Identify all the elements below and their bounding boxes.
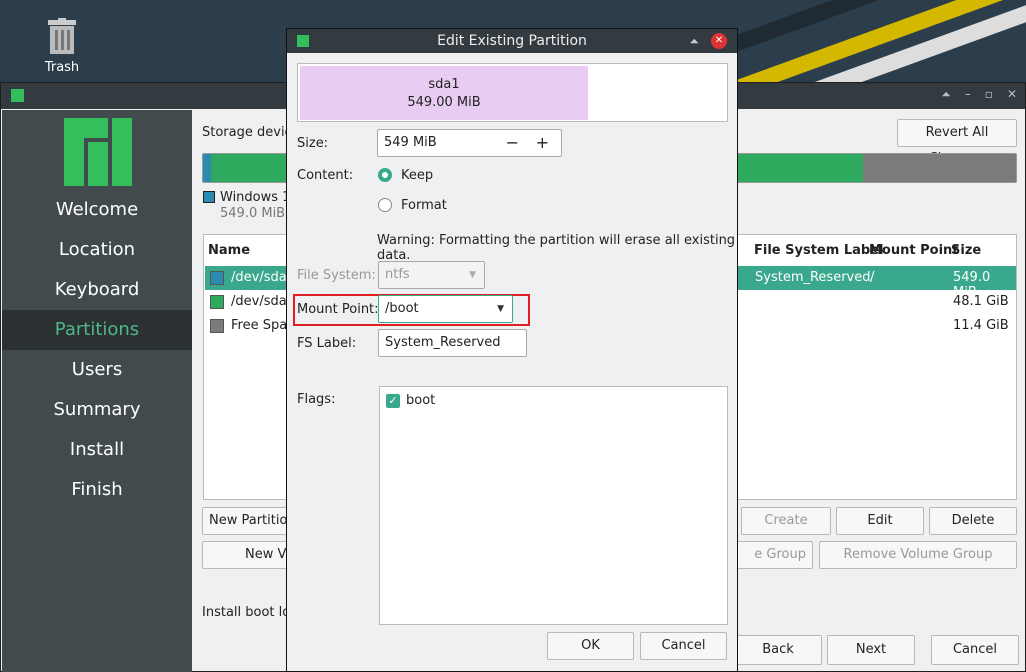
sidebar-item-finish: Finish: [71, 479, 123, 500]
preview-partition-size: 549.00 MiB: [407, 95, 481, 110]
partition-preview-fill: sda1 549.00 MiB: [300, 66, 588, 120]
partition-color-swatch: [210, 319, 224, 333]
sidebar-item-keyboard: Keyboard: [54, 279, 140, 300]
size-value: 549 MiB: [384, 135, 437, 150]
chevron-down-icon: ▼: [469, 270, 476, 280]
dialog-close-icon[interactable]: ✕: [711, 33, 727, 49]
trash-desktop-icon[interactable]: Trash: [36, 18, 88, 75]
size-label: Size:: [297, 136, 329, 151]
format-warning: Warning: Formatting the partition will e…: [377, 233, 736, 263]
decrease-size-icon[interactable]: −: [506, 130, 519, 156]
flags-label: Flags:: [297, 392, 336, 407]
delete-button[interactable]: Delete: [929, 507, 1017, 535]
format-radio[interactable]: [378, 198, 392, 212]
resize-volume-group-button[interactable]: e Group: [731, 541, 813, 569]
sidebar-item-install: Install: [69, 439, 125, 460]
dialog-titlebar: Edit Existing Partition ⏶ ✕: [287, 29, 737, 53]
partition-size: 48.1 GiB: [953, 294, 1009, 309]
sidebar: Welcome Location Keyboard Partitions Use…: [2, 110, 192, 672]
manjaro-logo: [64, 118, 132, 186]
minimize-icon[interactable]: –: [965, 87, 971, 102]
partition-size: 11.4 GiB: [953, 318, 1009, 333]
mount-point-value: /boot: [385, 301, 419, 316]
mount-point-combobox[interactable]: /boot ▼: [378, 295, 513, 323]
dialog-app-icon: [297, 35, 309, 47]
preview-partition-name: sda1: [428, 77, 460, 92]
boot-loader-label: Install boot loa: [202, 605, 299, 620]
partition-preview: sda1 549.00 MiB: [297, 63, 728, 122]
edit-partition-dialog: Edit Existing Partition ⏶ ✕ sda1 549.00 …: [286, 28, 738, 672]
file-system-value: ntfs: [385, 267, 410, 282]
format-label: Format: [401, 198, 447, 213]
fs-label-input[interactable]: System_Reserved: [378, 329, 527, 357]
flags-list: ✓ boot: [379, 386, 728, 625]
cancel-button[interactable]: Cancel: [931, 635, 1019, 665]
mount-point-label: Mount Point:: [297, 302, 379, 317]
file-system-select[interactable]: ntfs ▼: [378, 261, 485, 289]
fs-label-label: FS Label:: [297, 336, 357, 351]
partition-bar-sda1: [203, 154, 211, 182]
column-header-name: Name: [208, 243, 251, 258]
increase-size-icon[interactable]: +: [536, 130, 549, 156]
dialog-ok-button[interactable]: OK: [547, 632, 634, 660]
app-logo-icon: [11, 89, 24, 102]
boot-flag-label: boot: [406, 393, 436, 408]
revert-all-changes-button[interactable]: Revert All Changes: [897, 119, 1017, 166]
sidebar-item-partitions: Partitions: [2, 310, 192, 350]
create-button[interactable]: Create: [741, 507, 831, 535]
trash-label: Trash: [44, 60, 80, 75]
size-spinbox[interactable]: 549 MiB − +: [377, 129, 562, 157]
legend-swatch: [203, 191, 215, 203]
column-header-size: Size: [951, 243, 982, 258]
sidebar-item-welcome: Welcome: [55, 199, 139, 220]
remove-volume-group-button[interactable]: Remove Volume Group: [819, 541, 1017, 569]
keep-above-icon[interactable]: ⏶: [689, 29, 699, 53]
legend-size: 549.0 MiB: [220, 206, 286, 221]
keep-radio[interactable]: [378, 168, 392, 182]
keep-label: Keep: [401, 168, 434, 183]
partition-color-swatch: [210, 295, 224, 309]
close-icon[interactable]: ✕: [1007, 87, 1017, 102]
maximize-icon[interactable]: ▫: [985, 87, 993, 102]
content-label: Content:: [297, 168, 354, 183]
file-system-label: File System:: [297, 268, 376, 283]
partition-color-swatch: [210, 271, 224, 285]
dialog-title: Edit Existing Partition: [437, 33, 587, 49]
keep-above-icon[interactable]: ⏶: [941, 87, 951, 102]
partition-mount: /: [870, 270, 875, 285]
sidebar-item-users: Users: [71, 359, 123, 380]
chevron-down-icon[interactable]: ▼: [497, 296, 504, 322]
back-button[interactable]: Back: [734, 635, 822, 665]
edit-button[interactable]: Edit: [836, 507, 924, 535]
trash-icon: [47, 18, 77, 54]
next-button[interactable]: Next: [827, 635, 915, 665]
column-header-mount-point: Mount Point: [869, 243, 959, 258]
boot-flag-checkbox[interactable]: ✓: [386, 394, 400, 408]
dialog-cancel-button[interactable]: Cancel: [640, 632, 727, 660]
sidebar-item-summary: Summary: [53, 399, 141, 420]
partition-fs-label: System_Reserved: [755, 270, 871, 285]
sidebar-item-location: Location: [58, 239, 136, 260]
column-header-fs-label: File System Label: [754, 243, 884, 258]
